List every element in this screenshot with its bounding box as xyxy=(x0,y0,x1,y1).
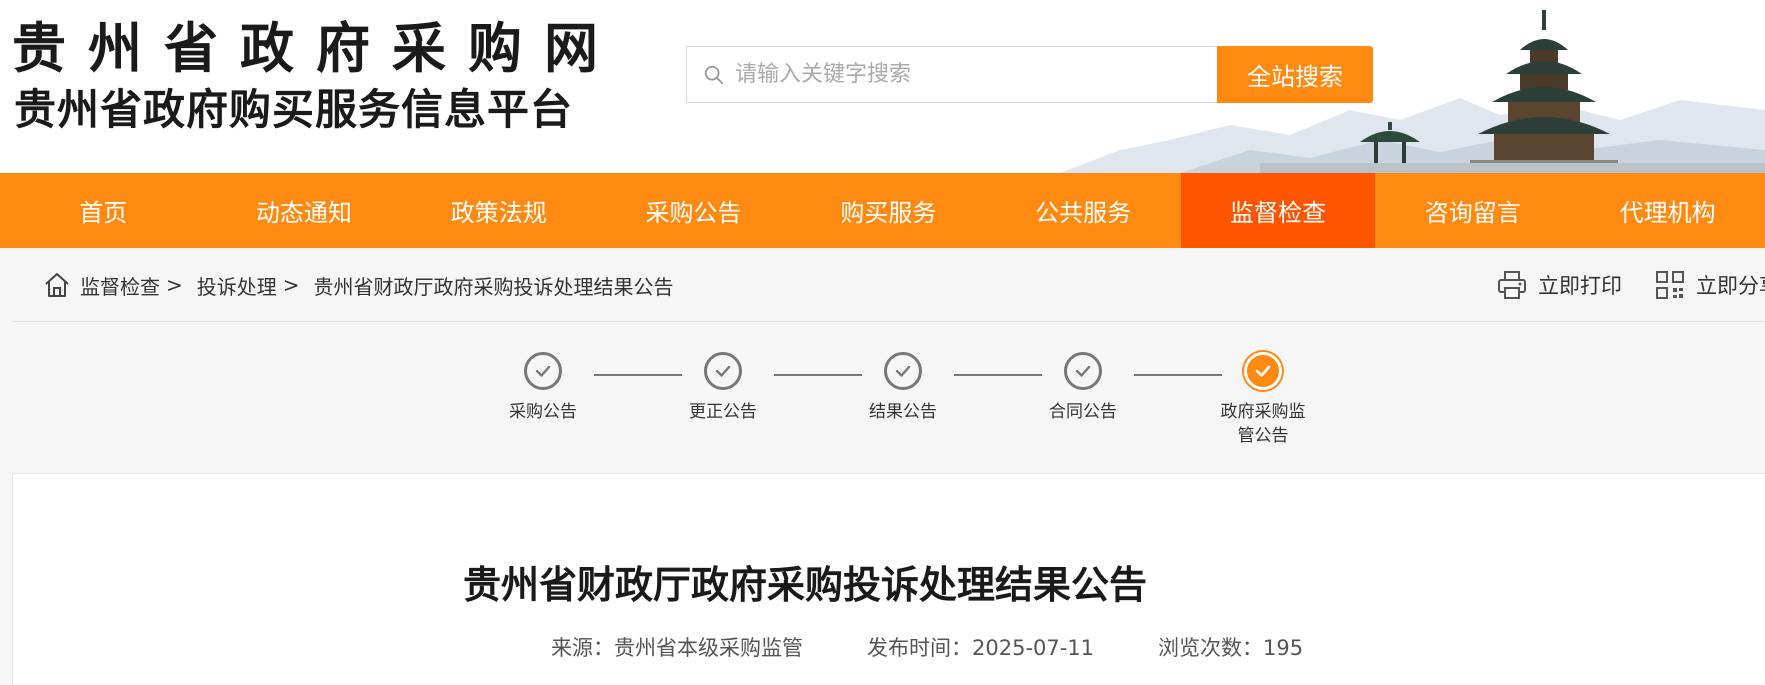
article-title: 贵州省财政厅政府采购投诉处理结果公告 xyxy=(462,563,1147,607)
site-header: 贵州省政府采购网 贵州省政府购买服务信息平台 全站搜索 xyxy=(0,0,1765,173)
step-check-icon xyxy=(1244,352,1282,390)
nav-item-public-service[interactable]: 公共服务 xyxy=(986,173,1181,248)
print-label: 立即打印 xyxy=(1538,274,1622,298)
step-supervision-notice[interactable]: 政府采购监管公告 xyxy=(1203,322,1323,448)
nav-item-home[interactable]: 首页 xyxy=(0,173,207,248)
site-logo-title[interactable]: 贵州省政府采购网 xyxy=(12,14,620,82)
article-source: 来源：贵州省本级采购监管 xyxy=(551,632,803,662)
search-icon xyxy=(704,65,724,84)
print-button[interactable]: 立即打印 xyxy=(1496,269,1622,301)
nav-item-agencies[interactable]: 代理机构 xyxy=(1570,173,1765,248)
qr-code-icon xyxy=(1656,271,1684,299)
nav-item-news[interactable]: 动态通知 xyxy=(207,173,402,248)
step-label: 采购公告 xyxy=(509,402,577,422)
nav-item-purchase-service[interactable]: 购买服务 xyxy=(791,173,986,248)
step-correction-notice[interactable]: 更正公告 xyxy=(663,322,783,424)
date-value: 2025-07-11 xyxy=(972,636,1095,660)
views-value: 195 xyxy=(1263,636,1304,660)
nav-item-policy[interactable]: 政策法规 xyxy=(401,173,596,248)
source-value: 贵州省本级采购监管 xyxy=(614,636,803,660)
nav-item-supervision[interactable]: 监督检查 xyxy=(1180,173,1376,248)
step-check-icon xyxy=(884,352,922,390)
breadcrumb-item-current: 贵州省财政厅政府采购投诉处理结果公告 xyxy=(313,274,674,299)
main-nav: 首页 动态通知 政策法规 采购公告 购买服务 公共服务 监督检查 咨询留言 代理… xyxy=(0,173,1765,248)
article-meta: 来源：贵州省本级采购监管 发布时间：2025-07-11 浏览次数：195 xyxy=(551,632,1303,662)
nav-item-procurement[interactable]: 采购公告 xyxy=(596,173,791,248)
breadcrumb: 监督检查 > 投诉处理 > 贵州省财政厅政府采购投诉处理结果公告 xyxy=(42,248,674,322)
printer-icon xyxy=(1498,271,1526,299)
step-label: 更正公告 xyxy=(689,402,757,422)
share-label: 立即分享 xyxy=(1696,274,1765,298)
breadcrumb-item-complaint[interactable]: 投诉处理 xyxy=(197,271,277,300)
pavilion-scenery-image xyxy=(1060,10,1765,173)
step-result-notice[interactable]: 结果公告 xyxy=(843,322,963,424)
home-icon[interactable] xyxy=(42,270,72,300)
nav-item-consult[interactable]: 咨询留言 xyxy=(1375,173,1570,248)
step-check-icon xyxy=(1064,352,1102,390)
step-label: 结果公告 xyxy=(869,402,937,422)
article-panel: 贵州省财政厅政府采购投诉处理结果公告 来源：贵州省本级采购监管 发布时间：202… xyxy=(12,473,1765,685)
views-label: 浏览次数： xyxy=(1158,636,1264,660)
step-check-icon xyxy=(524,352,562,390)
breadcrumb-separator: > xyxy=(166,273,183,297)
article-date: 发布时间：2025-07-11 xyxy=(867,632,1094,662)
source-label: 来源： xyxy=(551,636,614,660)
site-logo-subtitle[interactable]: 贵州省政府购买服务信息平台 xyxy=(14,84,573,136)
step-label: 合同公告 xyxy=(1049,402,1117,422)
announcement-steps: 采购公告 更正公告 结果公告 合同公告 政府采购监管公告 xyxy=(0,322,1765,472)
share-button[interactable]: 立即分享 xyxy=(1654,269,1765,301)
page-tools: 立即打印 立即分享 xyxy=(1496,248,1765,322)
step-contract-notice[interactable]: 合同公告 xyxy=(1023,322,1143,424)
breadcrumb-separator: > xyxy=(282,273,300,297)
step-label: 政府采购监管公告 xyxy=(1220,402,1306,446)
article-views: 浏览次数：195 xyxy=(1158,632,1303,662)
breadcrumb-bar: 监督检查 > 投诉处理 > 贵州省财政厅政府采购投诉处理结果公告 立即打印 立即… xyxy=(12,248,1765,322)
breadcrumb-item-supervision[interactable]: 监督检查 xyxy=(80,271,160,300)
step-check-icon xyxy=(704,352,742,390)
step-procurement-notice[interactable]: 采购公告 xyxy=(483,322,603,424)
date-label: 发布时间： xyxy=(867,636,972,660)
